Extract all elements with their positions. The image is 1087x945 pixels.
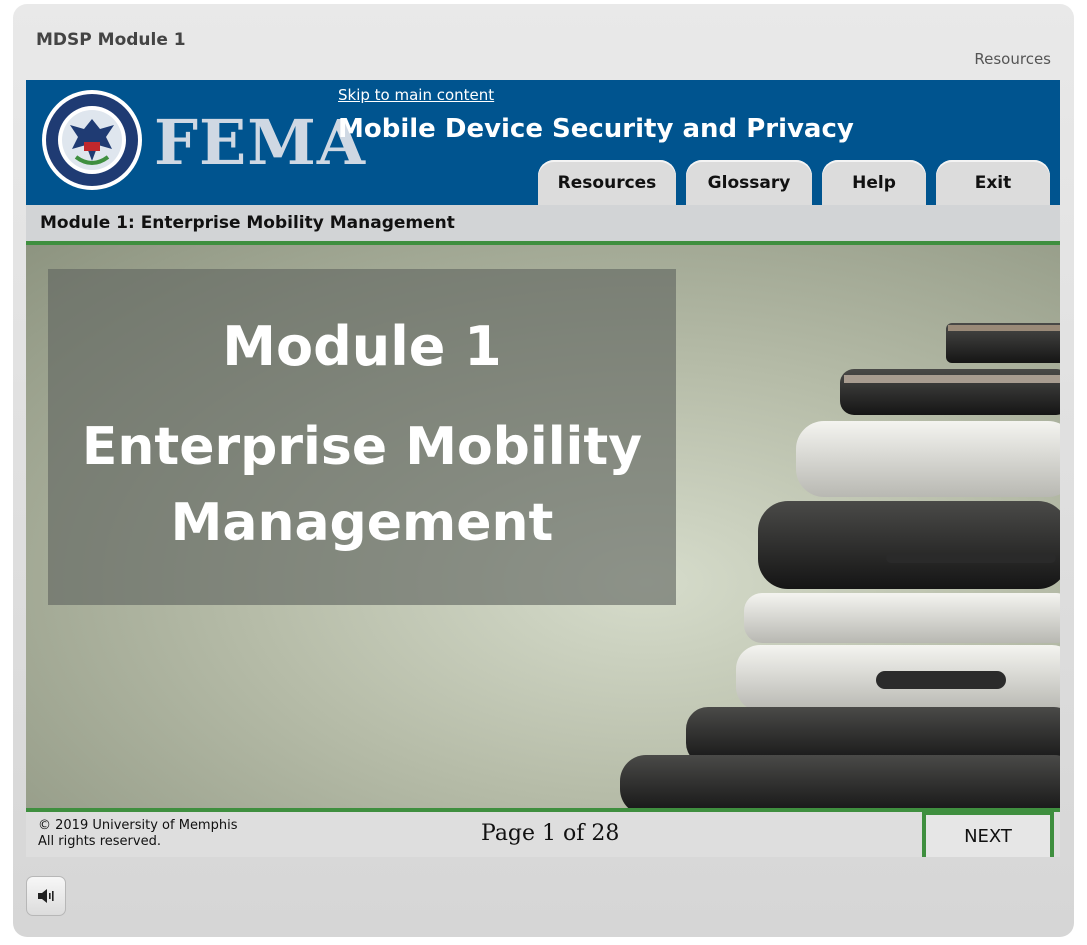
slide-title-line2-text: Enterprise Mobility xyxy=(81,417,643,477)
slide-title-box: Module 1 Enterprise Mobility Management xyxy=(48,269,676,605)
tab-glossary[interactable]: Glossary xyxy=(686,160,812,205)
tab-help[interactable]: Help xyxy=(822,160,926,205)
slide-title-line1: Module 1 xyxy=(222,315,502,378)
slide-title-line2: Enterprise Mobility Management xyxy=(48,409,676,561)
course-title: Mobile Device Security and Privacy xyxy=(338,114,854,144)
speaker-icon xyxy=(38,889,54,903)
module-title: Module 1: Enterprise Mobility Management xyxy=(40,213,455,233)
copyright-line1: © 2019 University of Memphis xyxy=(38,818,238,833)
app-title: MDSP Module 1 xyxy=(36,30,186,50)
dhs-seal-icon xyxy=(42,90,142,190)
copyright-line2: All rights reserved. xyxy=(38,834,161,849)
top-resources-link[interactable]: Resources xyxy=(974,50,1051,68)
slide-title-line3-text: Management xyxy=(170,493,554,553)
skip-to-content-link[interactable]: Skip to main content xyxy=(338,86,494,104)
course-footer: © 2019 University of Memphis All rights … xyxy=(26,811,1060,857)
tab-exit[interactable]: Exit xyxy=(936,160,1050,205)
audio-toggle-button[interactable] xyxy=(26,876,66,916)
course-header: FEMA Skip to main content Mobile Device … xyxy=(26,80,1060,205)
fema-logo: FEMA xyxy=(154,106,367,179)
module-title-bar: Module 1: Enterprise Mobility Management xyxy=(26,205,1060,245)
next-button[interactable]: NEXT xyxy=(922,811,1054,857)
tab-resources[interactable]: Resources xyxy=(538,160,676,205)
course-player: FEMA Skip to main content Mobile Device … xyxy=(26,80,1060,857)
copyright-text: © 2019 University of Memphis All rights … xyxy=(38,818,237,850)
slide-content: Module 1 Enterprise Mobility Management xyxy=(26,245,1060,808)
page-indicator: Page 1 of 28 xyxy=(481,821,620,846)
